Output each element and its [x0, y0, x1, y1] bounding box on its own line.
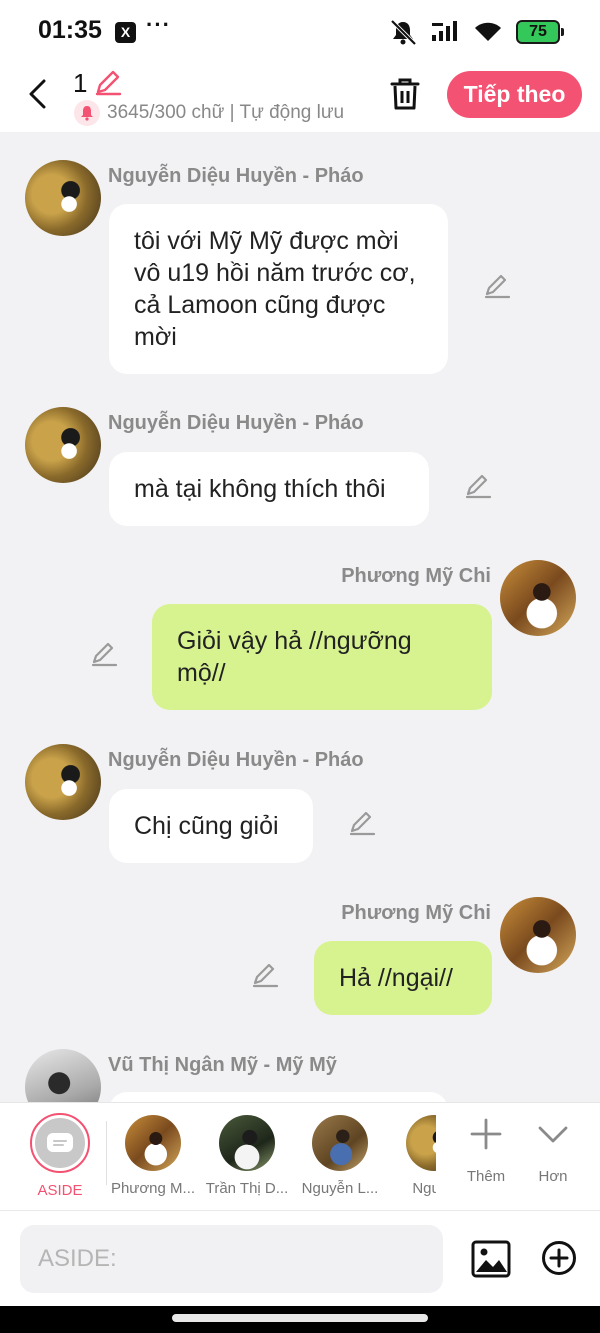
trash-icon: [390, 78, 420, 110]
character-item[interactable]: Phương M...: [108, 1115, 198, 1197]
status-icons: 75: [388, 18, 564, 46]
sender-name: Nguyễn Diệu Huyền - Pháo: [108, 749, 364, 771]
bell-icon: [81, 106, 93, 121]
pencil-icon[interactable]: [348, 809, 376, 837]
battery-icon: 75: [516, 20, 564, 44]
plus-icon: [470, 1118, 502, 1150]
pencil-icon[interactable]: [94, 68, 122, 96]
add-circle-icon[interactable]: [541, 1240, 577, 1276]
sender-name: Nguyễn Diệu Huyền - Pháo: [108, 165, 364, 187]
home-indicator[interactable]: [172, 1314, 428, 1322]
avatar[interactable]: [25, 160, 101, 236]
avatar[interactable]: [25, 407, 101, 483]
back-arrow-icon: [29, 79, 46, 109]
character-item[interactable]: Nguyễ: [389, 1115, 436, 1197]
sender-name: Vũ Thị Ngân Mỹ - Mỹ Mỹ: [108, 1054, 337, 1076]
avatar[interactable]: [25, 1049, 101, 1102]
editor-header: 1 3645/300 chữ | Tự động lưu Tiếp theo: [0, 62, 600, 132]
character-name: Nguyễ: [412, 1180, 436, 1197]
delete-button[interactable]: [386, 74, 424, 114]
gesture-bar: [0, 1306, 600, 1333]
character-name: Trần Thị D...: [205, 1180, 289, 1197]
message-input[interactable]: [20, 1225, 443, 1293]
character-name: Phương M...: [110, 1180, 196, 1197]
collapse-button[interactable]: Hơn: [528, 1117, 578, 1185]
character-list[interactable]: Phương M... Trần Thị D... Nguyễn L... Ng…: [108, 1103, 436, 1211]
more-label: Thêm: [466, 1168, 506, 1185]
message-bubble[interactable]: Hả //ngại//: [314, 941, 492, 1015]
aside-chip: [35, 1118, 85, 1168]
sender-name: Nguyễn Diệu Huyền - Pháo: [108, 412, 364, 434]
avatar[interactable]: [500, 897, 576, 973]
pencil-icon[interactable]: [251, 961, 279, 989]
wifi-icon: [475, 22, 501, 41]
chevron-down-icon: [538, 1126, 568, 1143]
avatar: [125, 1115, 181, 1171]
image-icon[interactable]: [471, 1239, 511, 1279]
pencil-icon[interactable]: [464, 472, 492, 500]
add-character-button[interactable]: Thêm: [461, 1117, 511, 1185]
status-bar: 01:35 X ··· 75: [0, 0, 600, 62]
composer: [0, 1210, 600, 1306]
story-title[interactable]: 1: [73, 68, 87, 99]
next-button[interactable]: Tiếp theo: [447, 71, 582, 118]
sender-name: Phương Mỹ Chi: [341, 902, 491, 924]
message-bubble[interactable]: Giỏi vậy hả //ngưỡng mộ//: [152, 604, 492, 710]
x-app-icon: X: [115, 22, 136, 43]
back-button[interactable]: [20, 72, 54, 116]
mute-icon: [390, 19, 417, 45]
autosave-badge: [74, 100, 100, 126]
status-time: 01:35: [38, 16, 102, 44]
chat-thread[interactable]: Nguyễn Diệu Huyền - Pháo tôi với Mỹ Mỹ đ…: [0, 132, 600, 1102]
message-bubble[interactable]: Chị cũng giỏi: [109, 789, 313, 863]
more-notifications-icon: ···: [146, 12, 171, 37]
signal-icon: [432, 21, 457, 41]
less-label: Hơn: [538, 1168, 568, 1185]
avatar: [219, 1115, 275, 1171]
pencil-icon[interactable]: [483, 272, 511, 300]
aside-label: ASIDE: [37, 1182, 83, 1199]
avatar[interactable]: [25, 744, 101, 820]
message-bubble[interactable]: [109, 1092, 448, 1102]
message-bubble[interactable]: mà tại không thích thôi: [109, 452, 429, 526]
avatar: [312, 1115, 368, 1171]
sender-name: Phương Mỹ Chi: [341, 565, 491, 587]
speech-bubble-icon: [47, 1133, 73, 1152]
divider: [106, 1121, 107, 1185]
avatar[interactable]: [500, 560, 576, 636]
character-name: Nguyễn L...: [301, 1180, 379, 1197]
avatar: [406, 1115, 436, 1171]
character-item[interactable]: Trần Thị D...: [202, 1115, 292, 1197]
message-bubble[interactable]: tôi với Mỹ Mỹ được mời vô u19 hồi năm tr…: [109, 204, 448, 374]
pencil-icon[interactable]: [90, 640, 118, 668]
aside-button[interactable]: [30, 1113, 90, 1173]
character-item[interactable]: Nguyễn L...: [295, 1115, 385, 1197]
character-selector: ASIDE Phương M... Trần Thị D... Nguyễn L…: [0, 1102, 600, 1210]
word-counter: 3645/300 chữ | Tự động lưu: [107, 102, 345, 123]
